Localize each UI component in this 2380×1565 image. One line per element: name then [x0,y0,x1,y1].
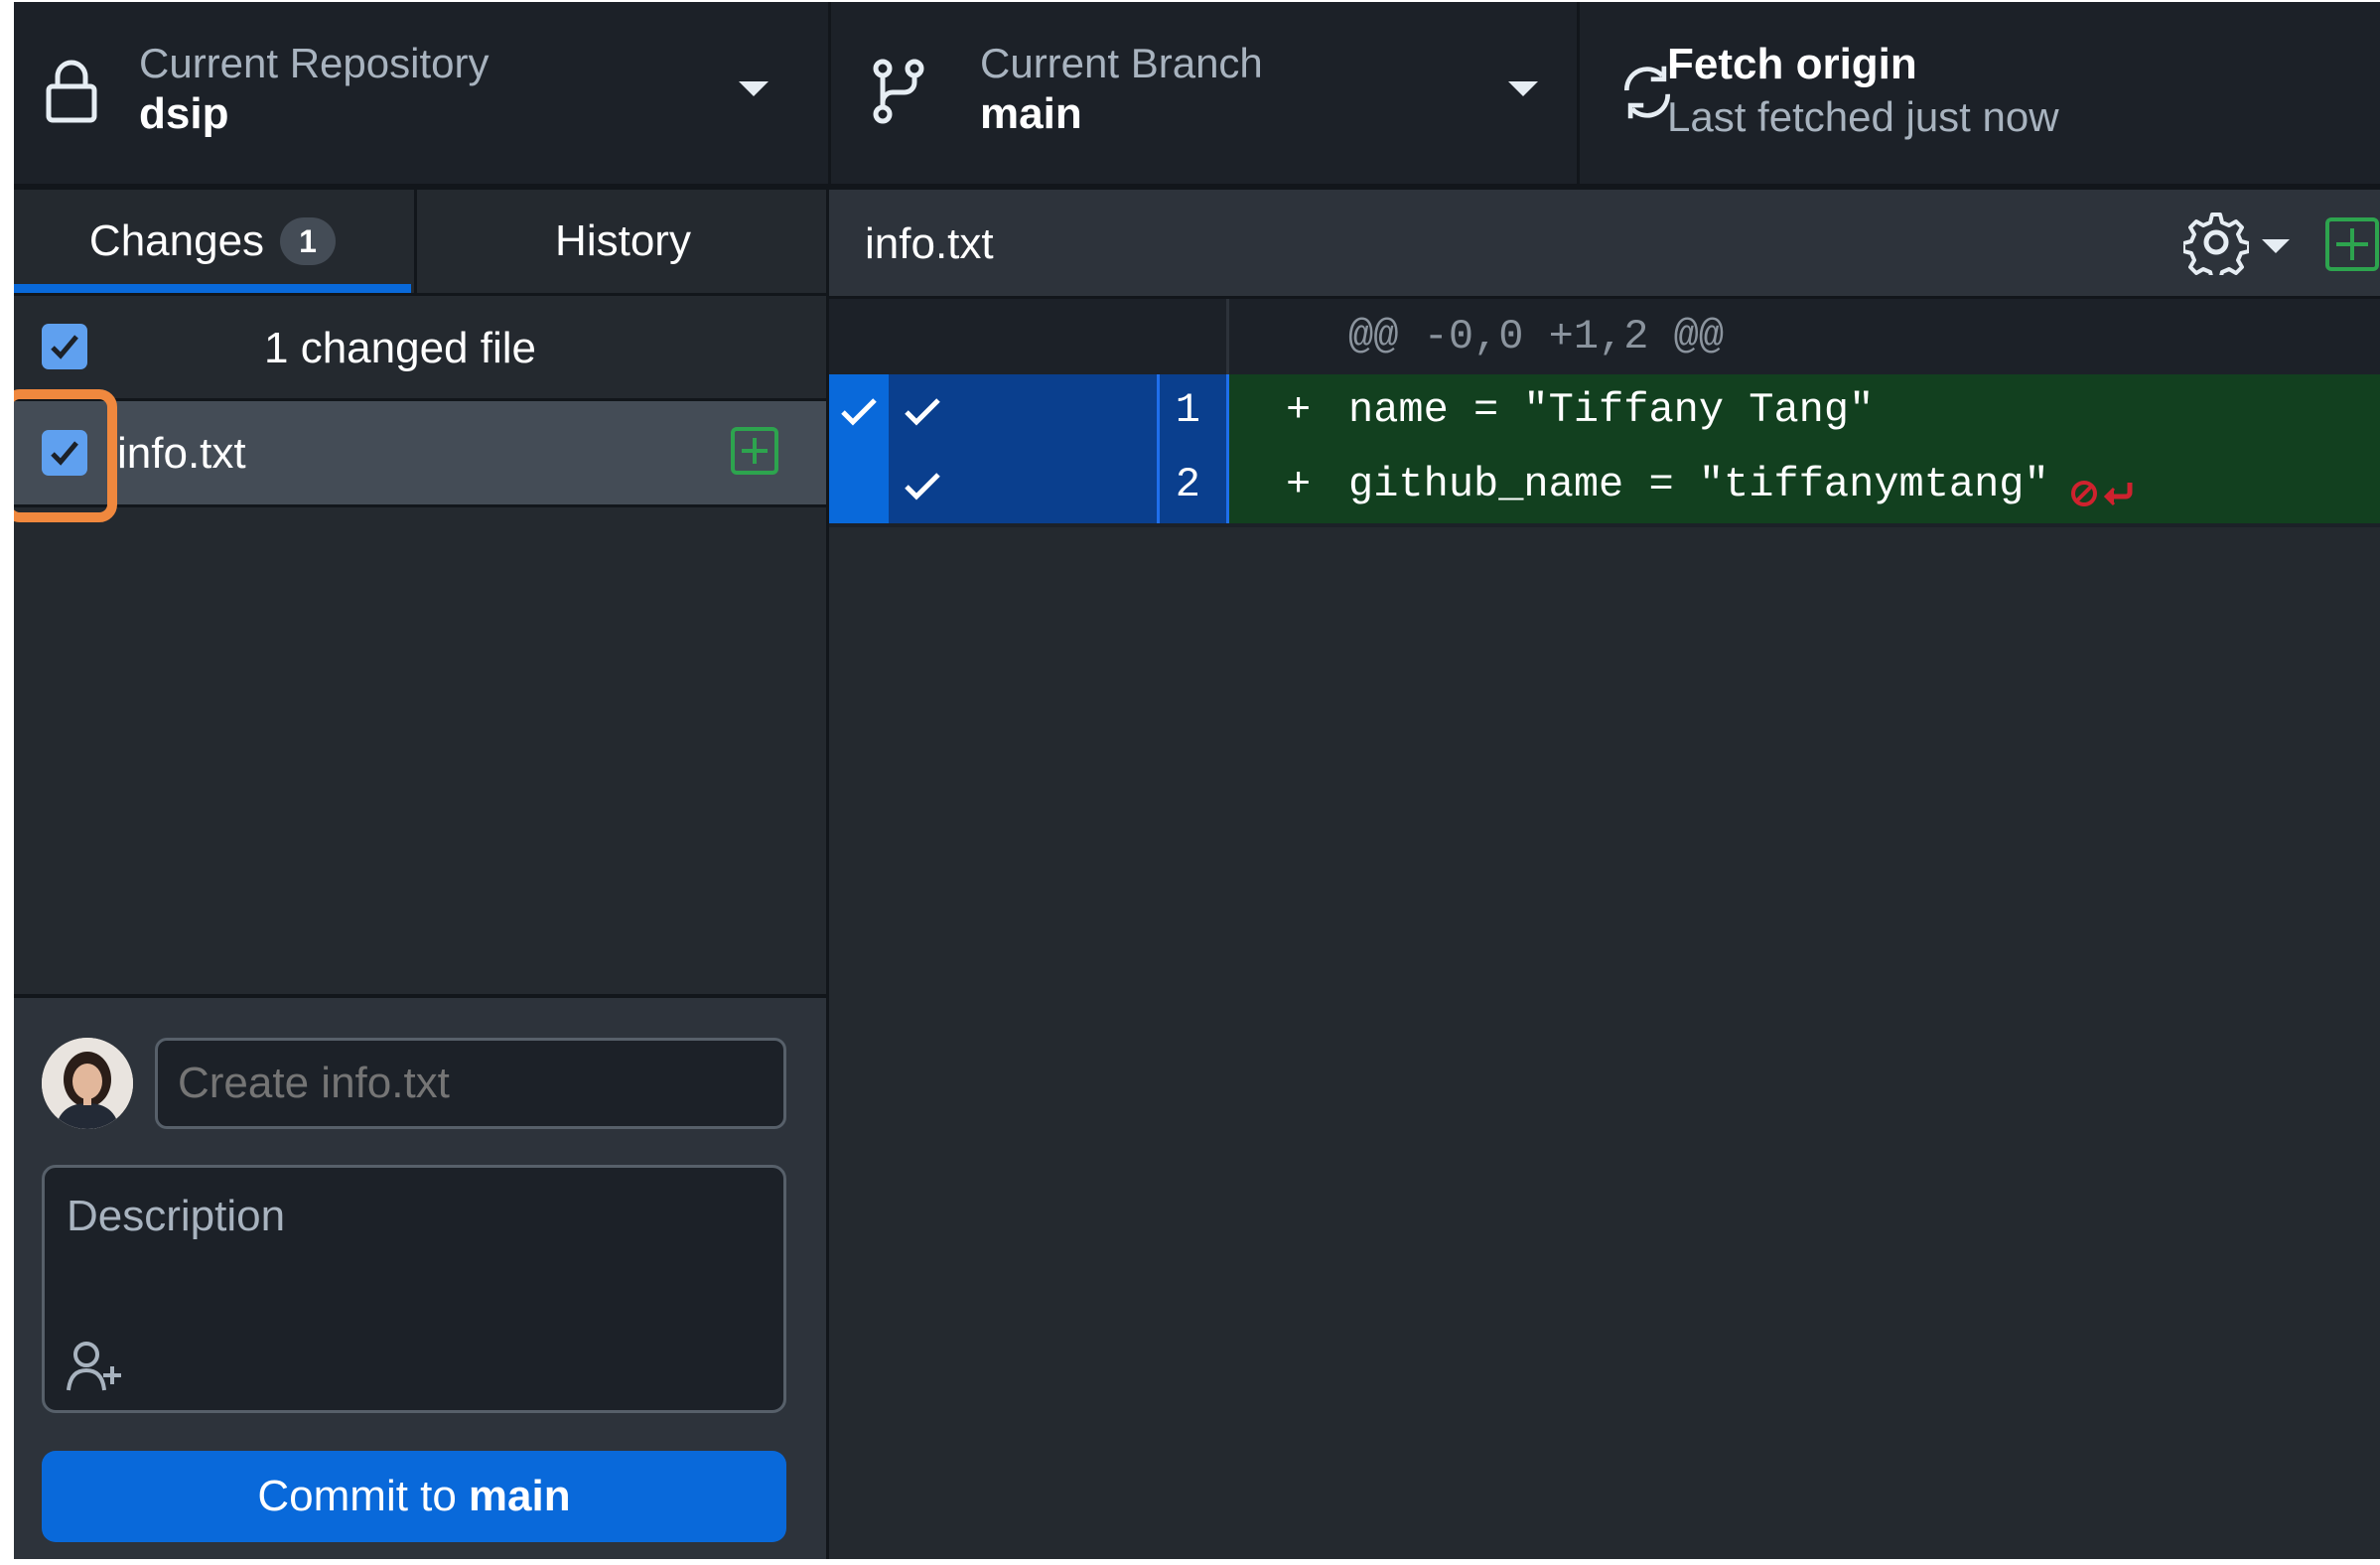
file-name: info.txt [117,429,246,478]
diff-line[interactable]: 1 + name = "Tiffany Tang" [829,374,2380,449]
changed-files-header: 1 changed file [14,296,826,401]
line-prefix: + [1286,461,1312,508]
diff-pane: info.txt @@ -0,0 +1,2 @@ 1 + name = "Tif… [829,190,2380,1559]
changes-count-badge: 1 [280,217,337,265]
hunk-header: @@ -0,0 +1,2 @@ [1348,313,1725,360]
chevron-down-icon [739,81,769,96]
fetch-title: Fetch origin [1667,40,1917,88]
diff-line[interactable]: 2 + github_name = "tiffanymtang" [829,449,2380,523]
repository-label: Current Repository [139,40,490,86]
changes-sidebar: Changes 1 History 1 changed file info.tx… [14,190,829,1559]
line-selection-handle[interactable] [829,374,889,449]
line-gutter[interactable]: 1 [889,374,1229,449]
checkmark-icon [841,398,877,426]
branch-name: main [980,89,1082,138]
chevron-down-icon[interactable] [2262,239,2290,253]
repository-name: dsip [139,89,229,138]
gear-icon[interactable] [2183,210,2249,275]
line-code: github_name = "tiffanymtang" [1348,461,2049,508]
file-added-icon [731,427,778,475]
line-prefix: + [1286,386,1312,434]
hunk-header-row: @@ -0,0 +1,2 @@ [829,299,2380,374]
commit-panel: Description Commit to main [14,994,826,1559]
tab-history-label: History [555,216,691,265]
commit-button-branch: main [468,1472,571,1520]
line-number: 2 [1175,461,1200,508]
chevron-down-icon [1508,81,1538,96]
avatar[interactable] [42,1038,133,1129]
line-code: name = "Tiffany Tang" [1348,386,1875,434]
changed-files-count: 1 changed file [264,324,536,372]
git-branch-icon [873,59,924,124]
line-gutter[interactable]: 2 [889,449,1229,523]
user-avatar-image [42,1038,133,1129]
add-coauthor-icon[interactable] [65,1337,124,1396]
branch-label: Current Branch [980,40,1263,86]
sidebar-tabs: Changes 1 History [14,190,826,296]
checkmark-icon [51,335,78,359]
description-placeholder: Description [67,1192,286,1240]
tab-changes-label: Changes [88,216,265,265]
commit-button-label: Commit to [257,1472,457,1520]
app-window: Current Repository dsip Current Branch m… [14,2,2380,1559]
line-number: 1 [1175,386,1200,434]
diff-header: info.txt [829,190,2380,299]
commit-button[interactable]: Commit to main [42,1451,786,1542]
commit-summary-input[interactable] [155,1038,786,1129]
list-item[interactable]: info.txt [14,401,826,507]
line-selection-handle[interactable] [829,449,889,523]
lock-icon [46,60,97,123]
checkmark-icon [905,398,940,426]
gutter-divider [1157,449,1160,523]
repository-selector[interactable]: Current Repository dsip [14,2,826,184]
checkmark-icon [905,473,940,500]
tab-changes[interactable]: Changes 1 [14,190,411,293]
gutter-divider [1157,374,1160,449]
tab-history[interactable]: History [414,190,829,293]
select-all-checkbox[interactable] [42,324,87,369]
highlight-annotation [14,389,117,522]
fetch-status: Last fetched just now [1667,93,2059,140]
hunk-gutter [829,299,1229,374]
branch-selector[interactable]: Current Branch main [828,2,1578,184]
no-newline-icon [2071,481,2133,506]
toolbar: Current Repository dsip Current Branch m… [14,2,2380,184]
diff-file-name: info.txt [865,219,994,268]
diff-divider [829,523,2380,527]
fetch-origin-button[interactable]: Fetch origin Last fetched just now [1577,2,2380,184]
file-added-icon [2325,217,2379,271]
commit-description-field[interactable]: Description [42,1165,786,1413]
